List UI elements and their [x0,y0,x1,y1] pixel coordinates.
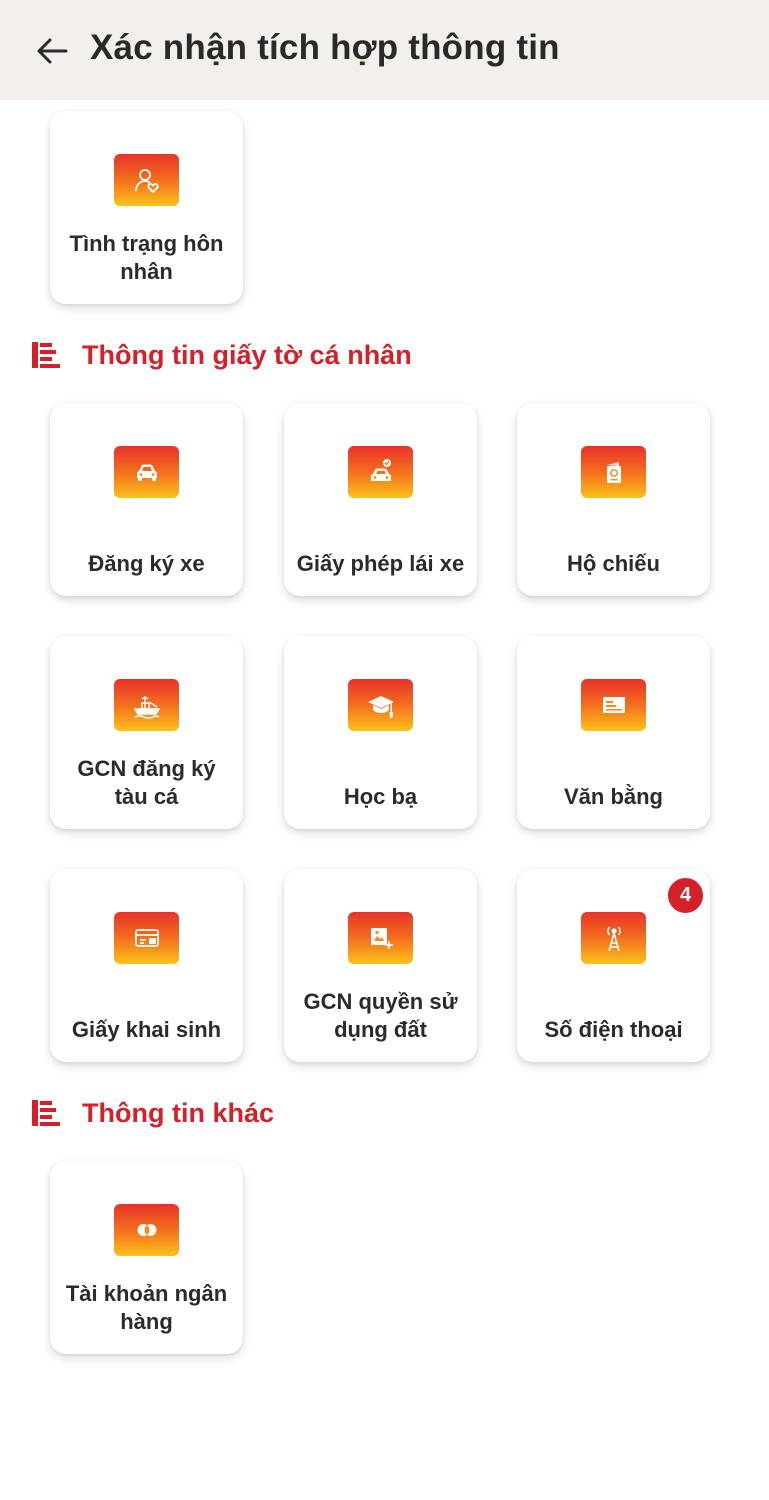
list-icon [32,1100,60,1126]
marriage-status-icon [114,154,179,206]
card-land-use-certificate[interactable]: GCN quyền sử dụng đất [284,869,477,1062]
birth-certificate-icon [114,912,179,964]
card-fishing-boat-certificate[interactable]: GCN đăng ký tàu cá [50,636,243,829]
list-icon [32,342,60,368]
card-diploma[interactable]: Văn bằng [517,636,710,829]
page-title: Xác nhận tích hợp thông tin [90,28,560,67]
section-title: Thông tin khác [82,1097,274,1128]
back-button[interactable] [32,33,72,69]
card-label: Tình trạng hôn nhân [69,231,224,284]
car-icon [114,446,179,498]
card-label: GCN quyền sử dụng đất [303,989,458,1042]
card-label: Tài khoản ngân hàng [65,1281,228,1334]
card-label: Học bạ [343,784,418,809]
section-header-personal-documents: Thông tin giấy tờ cá nhân [30,335,412,375]
diploma-icon [581,679,646,731]
card-driver-license[interactable]: Giấy phép lái xe [284,403,477,596]
arrow-left-icon [37,38,68,64]
card-label: Hộ chiếu [567,551,660,576]
card-phone-number[interactable]: Số điện thoại 4 [517,869,710,1062]
section-header-other-info: Thông tin khác [30,1093,274,1133]
card-marriage-status[interactable]: Tình trạng hôn nhân [50,111,243,304]
card-label: GCN đăng ký tàu cá [77,756,216,809]
section-title: Thông tin giấy tờ cá nhân [82,339,412,370]
driver-license-icon [348,446,413,498]
card-label: Văn bằng [563,784,663,809]
card-label: Số điện thoại [544,1017,683,1042]
card-label: Giấy khai sinh [71,1017,222,1042]
land-certificate-icon [348,912,413,964]
fishing-boat-icon [114,679,179,731]
card-school-transcript[interactable]: Học bạ [284,636,477,829]
card-bank-account[interactable]: Tài khoản ngân hàng [50,1161,243,1354]
card-vehicle-registration[interactable]: Đăng ký xe [50,403,243,596]
card-passport[interactable]: Hộ chiếu [517,403,710,596]
phone-tower-icon [581,912,646,964]
card-label: Giấy phép lái xe [296,551,465,576]
card-birth-certificate[interactable]: Giấy khai sinh [50,869,243,1062]
bank-account-icon [114,1204,179,1256]
notification-badge: 4 [666,876,705,915]
app-header: Xác nhận tích hợp thông tin [0,0,769,100]
card-label: Đăng ký xe [88,551,205,576]
passport-icon [581,446,646,498]
graduation-cap-icon [348,679,413,731]
